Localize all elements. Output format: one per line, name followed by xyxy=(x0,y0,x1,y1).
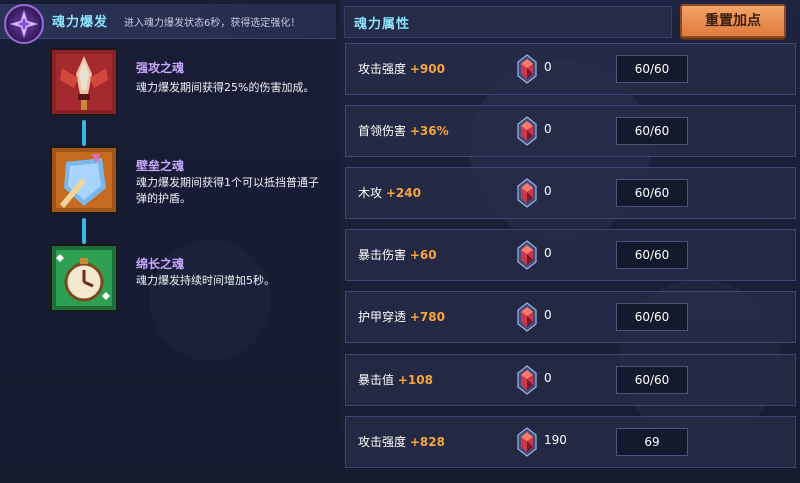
attribute-level-box[interactable]: 60/60 xyxy=(616,303,688,331)
attribute-label: 首领伤害 +36% xyxy=(358,122,449,139)
attribute-name: 暴击伤害 xyxy=(358,248,407,262)
attribute-bonus: +780 xyxy=(409,310,445,324)
gem-count: 0 xyxy=(544,308,552,322)
attribute-row: 首领伤害 +36% 0 60/60 xyxy=(345,105,796,157)
soul-gem-icon xyxy=(516,365,538,399)
gem-count: 0 xyxy=(544,371,552,385)
attribute-name: 攻击强度 xyxy=(358,62,407,76)
gem-count: 0 xyxy=(544,246,552,260)
attribute-level-box[interactable]: 69 xyxy=(616,428,688,456)
skill-name: 绵长之魂 xyxy=(136,257,185,271)
gem-count: 0 xyxy=(544,184,552,198)
gem-count: 190 xyxy=(544,433,567,447)
attribute-label: 暴击值 +108 xyxy=(358,371,433,388)
skill-name: 壁垒之魂 xyxy=(136,159,185,173)
attribute-name: 暴击值 xyxy=(358,373,395,387)
skill-description: 魂力爆发期间获得1个可以抵挡普通子弹的护盾。 xyxy=(136,176,319,205)
clock-icon xyxy=(50,244,118,312)
attribute-bonus: +60 xyxy=(409,248,437,262)
attribute-row: 木攻 +240 0 60/60 xyxy=(345,167,796,219)
attribute-name: 木攻 xyxy=(358,186,383,200)
attribute-level-box[interactable]: 60/60 xyxy=(616,55,688,83)
skill-connector xyxy=(82,218,86,244)
attribute-label: 木攻 +240 xyxy=(358,184,421,201)
attribute-row: 暴击值 +108 0 60/60 xyxy=(345,354,796,406)
soul-burst-icon xyxy=(4,4,44,44)
skill-name: 强攻之魂 xyxy=(136,61,185,75)
soul-burst-title: 魂力爆发 xyxy=(52,15,109,30)
skill-strong-attack[interactable] xyxy=(50,48,120,118)
skill-description: 魂力爆发期间获得25%的伤害加成。 xyxy=(136,81,315,94)
soul-gem-icon xyxy=(516,116,538,150)
attribute-row: 攻击强度 +900 0 60/60 xyxy=(345,43,796,95)
soul-gem-icon xyxy=(516,427,538,461)
attribute-name: 攻击强度 xyxy=(358,435,407,449)
attribute-level-box[interactable]: 60/60 xyxy=(616,366,688,394)
attribute-row: 暴击伤害 +60 0 60/60 xyxy=(345,229,796,281)
attribute-level-box[interactable]: 60/60 xyxy=(616,241,688,269)
attribute-name: 护甲穿透 xyxy=(358,310,407,324)
soul-burst-panel: 魂力爆发 进入魂力爆发状态6秒，获得选定强化！ 强攻之魂 魂力爆发期间获得25%… xyxy=(0,0,340,483)
attribute-label: 护甲穿透 +780 xyxy=(358,308,445,325)
skill-bulwark[interactable] xyxy=(50,146,120,216)
attribute-bonus: +900 xyxy=(409,62,445,76)
red-dagger-icon xyxy=(50,48,118,116)
attribute-row: 攻击强度 +828 190 69 xyxy=(345,416,796,468)
attribute-row: 护甲穿透 +780 0 60/60 xyxy=(345,291,796,343)
attribute-bonus: +240 xyxy=(385,186,421,200)
attribute-label: 攻击强度 +900 xyxy=(358,60,445,77)
attribute-name: 首领伤害 xyxy=(358,124,407,138)
gem-count: 0 xyxy=(544,122,552,136)
attribute-level-box[interactable]: 60/60 xyxy=(616,179,688,207)
attributes-title: 魂力属性 xyxy=(354,17,411,32)
soul-gem-icon xyxy=(516,54,538,88)
skill-connector xyxy=(82,120,86,146)
attribute-label: 暴击伤害 +60 xyxy=(358,246,437,263)
reset-points-button[interactable]: 重置加点 xyxy=(680,4,786,38)
attribute-label: 攻击强度 +828 xyxy=(358,433,445,450)
soul-burst-description: 进入魂力爆发状态6秒，获得选定强化！ xyxy=(124,18,301,29)
soul-gem-icon xyxy=(516,302,538,336)
skill-endurance[interactable] xyxy=(50,244,120,314)
attribute-bonus: +108 xyxy=(397,373,433,387)
shield-icon xyxy=(50,146,118,214)
attribute-level-box[interactable]: 60/60 xyxy=(616,117,688,145)
attribute-bonus: +36% xyxy=(409,124,449,138)
skill-description: 魂力爆发持续时间增加5秒。 xyxy=(136,274,275,287)
attribute-bonus: +828 xyxy=(409,435,445,449)
soul-gem-icon xyxy=(516,178,538,212)
soul-gem-icon xyxy=(516,240,538,274)
gem-count: 0 xyxy=(544,60,552,74)
